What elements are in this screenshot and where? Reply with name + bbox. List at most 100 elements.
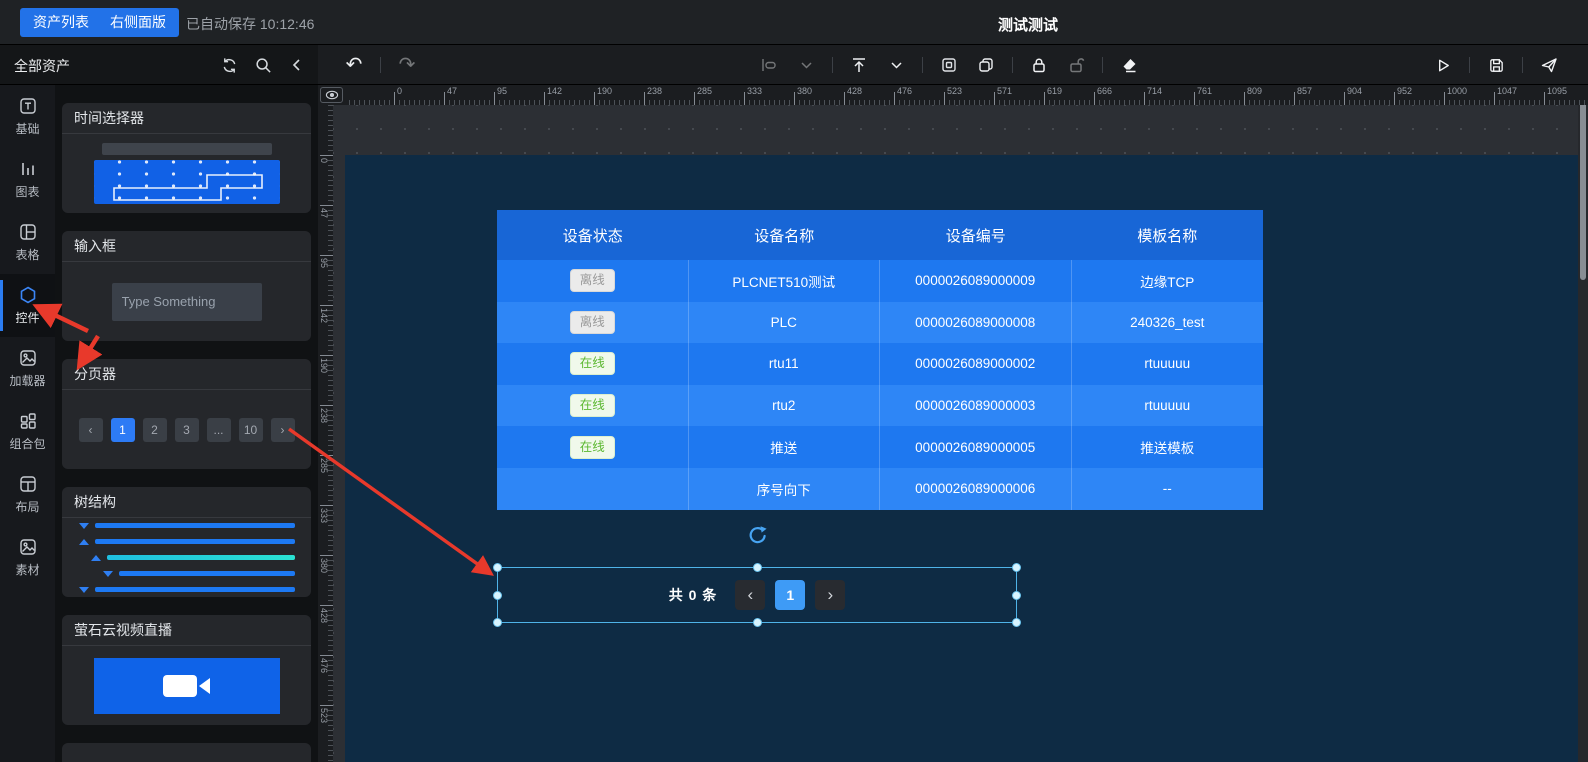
col-header-status: 设备状态	[497, 210, 689, 260]
sidebar-item-table[interactable]: 表格	[0, 211, 55, 274]
table-row: 在线 推送 0000026089000005 推送模板	[497, 426, 1263, 468]
canvas-scrollbar[interactable]	[1578, 85, 1588, 762]
right-panel-button[interactable]: 右侧面版	[97, 8, 179, 37]
align-marker-icon[interactable]	[758, 54, 780, 76]
topbar: 资产列表 右侧面版 已自动保存 10:12:46 测试测试	[0, 0, 1588, 45]
page-10: 10	[239, 418, 263, 442]
resize-handle-n[interactable]	[753, 563, 762, 572]
resize-handle-nw[interactable]	[493, 563, 502, 572]
ruler-corner	[318, 85, 345, 105]
paginator-preview: ‹ 1 2 3 ... 10 ›	[79, 418, 295, 442]
save-icon[interactable]	[1485, 54, 1507, 76]
page-next: ›	[271, 418, 295, 442]
sidebar-item-label: 基础	[15, 120, 39, 137]
editor-toolbar: ↶ ↷	[318, 45, 1588, 85]
pagination-component-selected[interactable]: 共 0 条 ‹ 1 ›	[497, 567, 1017, 623]
undo-icon[interactable]: ↶	[343, 54, 365, 76]
widget-card-paginator[interactable]: 分页器 ‹ 1 2 3 ... 10 ›	[62, 359, 311, 469]
table-row: 在线 rtu2 0000026089000003 rtuuuuu	[497, 385, 1263, 427]
sidebar-item-basic[interactable]: 基础	[0, 85, 55, 148]
sidebar-item-widgets[interactable]: 控件	[0, 274, 55, 337]
duplicate-icon[interactable]	[975, 54, 997, 76]
eraser-icon[interactable]	[1118, 54, 1140, 76]
sidebar-item-loader[interactable]: 加载器	[0, 337, 55, 400]
video-preview	[94, 658, 280, 714]
unlock-icon[interactable]	[1065, 54, 1087, 76]
send-to-top-icon[interactable]	[848, 54, 870, 76]
search-icon[interactable]	[252, 54, 274, 76]
col-header-code: 设备编号	[880, 210, 1072, 260]
divider	[1522, 57, 1523, 73]
status-badge: 在线	[570, 436, 615, 459]
sidebar-item-material[interactable]: 素材	[0, 526, 55, 589]
widget-card-timepicker[interactable]: 时间选择器	[62, 103, 311, 213]
table-row: 序号向下 0000026089000006 --	[497, 468, 1263, 510]
table-row: 在线 rtu11 0000026089000002 rtuuuuu	[497, 343, 1263, 385]
pagination-prev-button[interactable]: ‹	[735, 580, 765, 610]
redo-icon[interactable]: ↷	[396, 54, 418, 76]
pagination-current-page[interactable]: 1	[775, 580, 805, 610]
divider	[1469, 57, 1470, 73]
refresh-icon[interactable]	[747, 524, 769, 546]
status-badge: 在线	[570, 394, 615, 417]
resize-handle-e[interactable]	[1012, 591, 1021, 600]
col-header-name: 设备名称	[689, 210, 881, 260]
sidebar-item-label: 素材	[15, 561, 39, 578]
assets-panel-title: 全部资产	[14, 56, 70, 76]
sync-icon[interactable]	[218, 54, 240, 76]
assets-panel-header: 全部资产	[0, 45, 318, 85]
sidebar-item-charts[interactable]: 图表	[0, 148, 55, 211]
widget-card-title: 输入框	[62, 231, 311, 262]
widget-list-panel: 时间选择器 输入框 分页器 ‹ 1 2 3 .	[55, 85, 318, 762]
material-image-icon	[18, 537, 38, 557]
widget-card-partial[interactable]	[62, 743, 311, 762]
tree-preview	[79, 523, 295, 593]
divider	[832, 57, 833, 73]
component-category-rail: 基础 图表 表格 控件 加载器 组合包 布局	[0, 85, 55, 762]
package-icon	[18, 411, 38, 431]
preview-play-icon[interactable]	[1432, 54, 1454, 76]
page-prev: ‹	[79, 418, 103, 442]
table-row: 离线 PLC 0000026089000008 240326_test	[497, 302, 1263, 344]
page-title: 测试测试	[998, 14, 1058, 35]
layout-icon	[18, 474, 38, 494]
h-ruler: 0479514219023828533338042847652357161966…	[345, 85, 1588, 105]
collapse-icon[interactable]	[286, 54, 308, 76]
status-badge: 在线	[570, 352, 615, 375]
col-header-template: 模板名称	[1072, 210, 1264, 260]
eye-icon[interactable]	[320, 87, 343, 103]
sidebar-item-label: 布局	[15, 498, 39, 515]
chevron-down-icon[interactable]	[885, 54, 907, 76]
dashboard-artboard[interactable]: 设备状态 设备名称 设备编号 模板名称 离线 PLCNET510测试 00000…	[345, 155, 1588, 762]
resize-handle-sw[interactable]	[493, 618, 502, 627]
resize-handle-s[interactable]	[753, 618, 762, 627]
sidebar-item-label: 加载器	[9, 372, 45, 389]
widget-card-ezviz-video[interactable]: 萤石云视频直播	[62, 615, 311, 725]
group-icon[interactable]	[938, 54, 960, 76]
device-table-header: 设备状态 设备名称 设备编号 模板名称	[497, 210, 1263, 260]
canvas-workspace[interactable]: 设备状态 设备名称 设备编号 模板名称 离线 PLCNET510测试 00000…	[333, 105, 1588, 762]
publish-icon[interactable]	[1538, 54, 1560, 76]
sidebar-item-package[interactable]: 组合包	[0, 400, 55, 463]
device-table[interactable]: 设备状态 设备名称 设备编号 模板名称 离线 PLCNET510测试 00000…	[497, 210, 1263, 510]
v-ruler: 04795142190238285333380428476523	[318, 105, 333, 762]
video-camera-icon	[163, 675, 197, 697]
widget-card-input[interactable]: 输入框	[62, 231, 311, 341]
resize-handle-se[interactable]	[1012, 618, 1021, 627]
widget-hexagon-icon	[18, 285, 38, 305]
sidebar-item-label: 表格	[15, 246, 39, 263]
status-badge: 离线	[570, 269, 615, 292]
lock-icon[interactable]	[1028, 54, 1050, 76]
input-preview[interactable]	[112, 283, 262, 321]
resize-handle-w[interactable]	[493, 591, 502, 600]
widget-card-title: 萤石云视频直播	[62, 615, 311, 646]
page-ellipsis: ...	[207, 418, 231, 442]
pagination-next-button[interactable]: ›	[815, 580, 845, 610]
resize-handle-ne[interactable]	[1012, 563, 1021, 572]
widget-card-tree[interactable]: 树结构	[62, 487, 311, 597]
scrollbar-thumb[interactable]	[1580, 90, 1586, 280]
sidebar-item-layout[interactable]: 布局	[0, 463, 55, 526]
chevron-down-icon[interactable]	[795, 54, 817, 76]
design-canvas: 0479514219023828533338042847652357161966…	[318, 85, 1588, 762]
asset-list-button[interactable]: 资产列表	[20, 8, 102, 37]
